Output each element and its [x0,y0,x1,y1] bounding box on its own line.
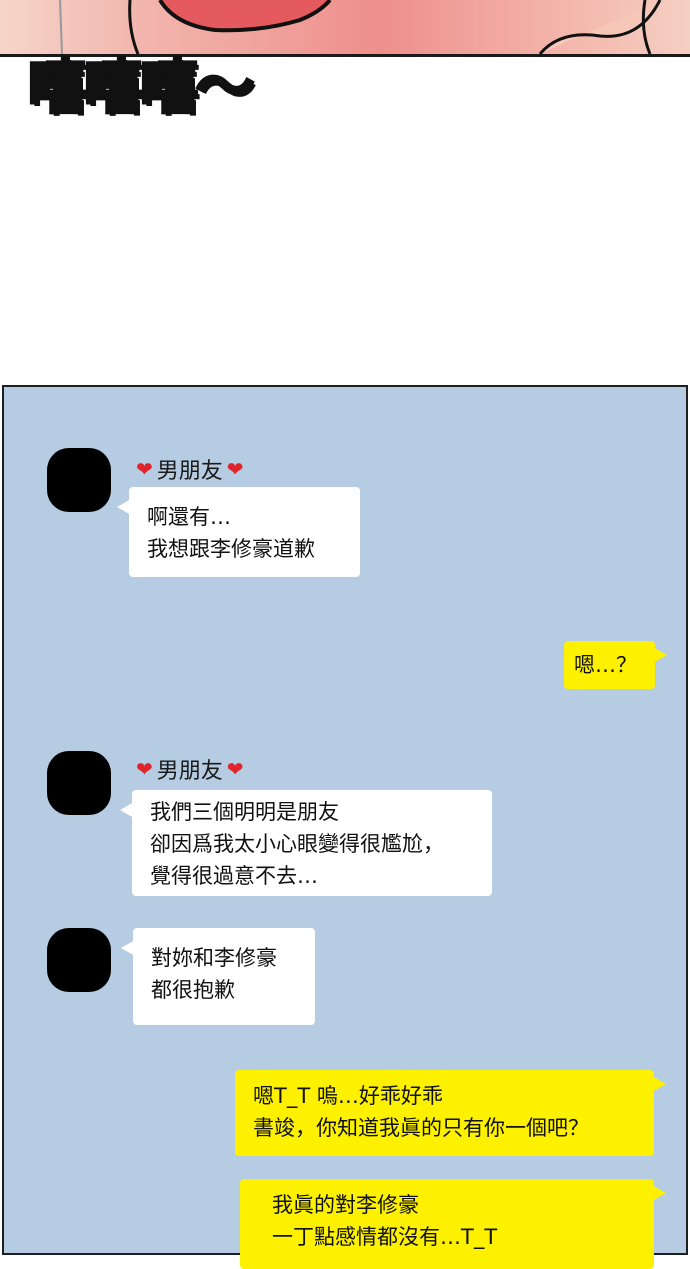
message-line: 一丁點感情都沒有…T_T [272,1225,498,1249]
message-bubble-sent: 我眞的對李修豪 一丁點感情都沒有…T_T [240,1179,666,1269]
heart-icon: ❤ [136,457,153,481]
message-line: 卻因爲我太小心眼變得很尷尬， [150,832,444,856]
message-line: 嗯…？ [574,653,637,677]
message-line: 嗯T_T 嗚…好乖好乖 [253,1084,443,1108]
sender-name: ❤ 男朋友 ❤ [136,453,244,485]
message-bubble-received: 我們三個明明是朋友 卻因爲我太小心眼變得很尷尬， 覺得很過意不去… [120,790,492,896]
message-line: 我眞的對李修豪 [272,1193,419,1217]
message-line: 都很抱歉 [151,978,235,1002]
message-bubble-sent: 嗯T_T 嗚…好乖好乖 書竣，你知道我眞的只有你一個吧？ [235,1070,666,1156]
heart-icon: ❤ [226,757,244,781]
sound-effect-text: 嘻嘻嘻～ [26,53,255,121]
avatar [47,751,111,815]
heart-icon: ❤ [226,457,244,481]
sender-name: ❤ 男朋友 ❤ [136,753,244,785]
heart-icon: ❤ [136,757,153,781]
message-line: 我想跟李修豪道歉 [147,537,315,561]
message-bubble-received: 啊還有… 我想跟李修豪道歉 [117,487,360,577]
chat-panel: ❤ 男朋友 ❤ 啊還有… 我想跟李修豪道歉 嗯…？ ❤ 男朋友 ❤ 我們三個明明… [2,385,688,1269]
message-line: 我們三個明明是朋友 [150,800,339,824]
message-bubble-received: 對妳和李修豪 都很抱歉 [121,928,315,1025]
message-line: 啊還有… [147,505,231,529]
sender-label: 男朋友 [156,459,223,484]
message-line: 書竣，你知道我眞的只有你一個吧？ [253,1116,589,1140]
message-bubble-sent: 嗯…？ [564,641,667,689]
avatar [47,448,111,512]
comic-artwork [59,0,662,54]
message-line: 覺得很過意不去… [150,864,318,888]
avatar [47,928,111,992]
sender-label: 男朋友 [156,759,223,784]
message-line: 對妳和李修豪 [151,946,277,970]
comic-panel-top [0,0,690,57]
